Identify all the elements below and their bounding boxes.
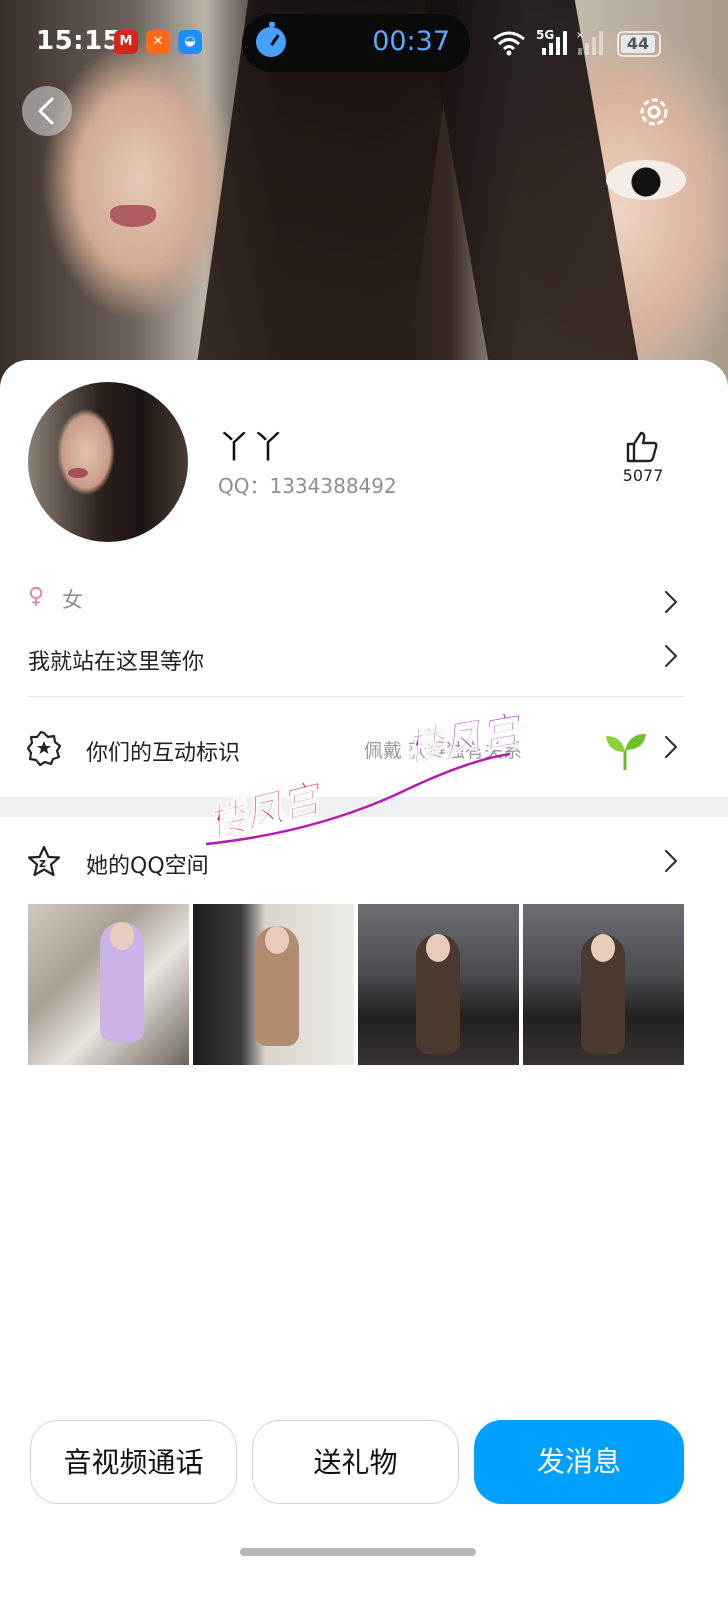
settings-button[interactable] (632, 90, 676, 134)
timer-text: 00:37 (372, 26, 450, 57)
cover-eye-shape (606, 160, 686, 200)
bottom-action-bar: 音视频通话 送礼物 发消息 (0, 1420, 728, 1512)
svg-text:z: z (39, 856, 46, 870)
cover-lips-shape (110, 205, 156, 227)
signature-text[interactable]: 我就站在这里等你 (28, 644, 204, 676)
qzone-photo[interactable] (193, 904, 354, 1065)
qzone-photo[interactable] (28, 904, 189, 1065)
qzone-photo-grid (28, 904, 684, 1066)
svg-text:×: × (576, 30, 584, 41)
call-button[interactable]: 音视频通话 (30, 1420, 237, 1504)
photo-figure (100, 918, 144, 1042)
like-count: 5077 (622, 466, 664, 485)
chevron-right-icon[interactable] (662, 847, 680, 875)
thumbs-up-icon[interactable] (624, 430, 660, 464)
taxi-app-icon: ✕ (146, 30, 170, 54)
photo-figure (581, 930, 625, 1054)
chevron-right-icon[interactable] (662, 588, 680, 616)
status-bar: 15:15 M ✕ ◒ 00:37 5G × 44 (0, 0, 728, 86)
battery-icon: 44 (617, 31, 661, 57)
female-icon: ♀ (28, 584, 45, 609)
divider (28, 696, 684, 697)
avatar[interactable] (28, 382, 188, 542)
chevron-right-icon[interactable] (662, 642, 680, 670)
photo-figure (255, 922, 299, 1046)
signal-icon (542, 31, 567, 55)
mcdonalds-app-icon: M (114, 30, 138, 54)
home-indicator[interactable] (240, 1548, 476, 1556)
chevron-right-icon[interactable] (662, 733, 680, 761)
qzone-photo[interactable] (523, 904, 684, 1065)
stopwatch-icon (256, 22, 286, 57)
qzone-star-icon: z (27, 845, 61, 877)
travel-app-icon: ◒ (178, 30, 202, 54)
back-button[interactable] (22, 86, 72, 136)
chevron-left-icon (38, 97, 54, 125)
signal-icon-2: × (576, 30, 603, 55)
live-activity-pill[interactable]: 00:37 (242, 14, 470, 72)
battery-level: 44 (621, 35, 655, 53)
gender-label: 女 (62, 588, 83, 612)
wifi-icon (493, 31, 525, 56)
gear-icon (640, 98, 668, 126)
qzone-label[interactable]: 她的QQ空间 (86, 848, 209, 880)
photo-figure (416, 930, 460, 1054)
nickname: 丫丫 (218, 428, 287, 466)
badge-star-icon (26, 730, 62, 766)
send-message-button[interactable]: 发消息 (474, 1420, 684, 1504)
qzone-photo[interactable] (358, 904, 519, 1065)
sprout-icon (606, 733, 646, 770)
status-time: 15:15 (36, 26, 122, 56)
avatar-lips-shape (68, 468, 88, 478)
send-gift-button[interactable]: 送礼物 (252, 1420, 459, 1504)
watermark-swoosh (205, 752, 511, 846)
qq-number: QQ：1334388492 (218, 474, 397, 498)
